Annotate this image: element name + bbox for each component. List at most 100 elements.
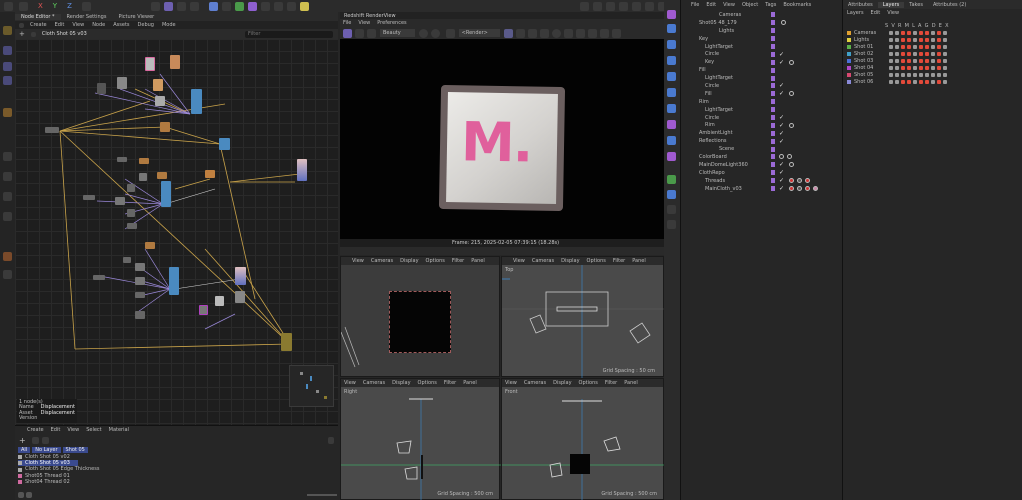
rotate-tool-icon[interactable]	[3, 76, 12, 85]
palette-icon-11[interactable]	[667, 175, 676, 184]
tree-row[interactable]: Rim	[681, 98, 843, 106]
rv-menu-view[interactable]: View	[358, 20, 370, 26]
node-blend-blue-b[interactable]	[219, 138, 230, 150]
node-orange-b[interactable]	[139, 158, 149, 164]
om-menu-object[interactable]: Object	[742, 2, 758, 8]
knife-tool-icon[interactable]	[3, 152, 12, 161]
palette-icon-5[interactable]	[667, 72, 676, 81]
menu-create[interactable]: Create	[30, 22, 47, 28]
node-blend-blue-a[interactable]	[191, 89, 202, 114]
menu-debug[interactable]: Debug	[138, 22, 154, 28]
palette-icon-6[interactable]	[667, 88, 676, 97]
render-settings-icon[interactable]	[189, 1, 199, 11]
tree-row[interactable]: Circle ✓	[681, 114, 843, 122]
start-render-icon[interactable]	[343, 28, 352, 38]
home-icon[interactable]	[30, 31, 36, 37]
point-mode-icon[interactable]	[3, 192, 12, 201]
poly-tool-icon[interactable]	[3, 172, 12, 181]
play-icon[interactable]	[150, 1, 160, 11]
circle-icon[interactable]	[551, 28, 561, 38]
node-displacement-output[interactable]	[281, 333, 292, 351]
menu-node[interactable]: Node	[92, 22, 105, 28]
list-view-icon[interactable]	[18, 492, 24, 498]
menu-edit[interactable]: Edit	[55, 22, 65, 28]
tab-attributes-2[interactable]: Attributes (2)	[928, 2, 971, 8]
rv-menu-preferences[interactable]: Preferences	[377, 20, 406, 26]
menu-hamburger-icon[interactable]	[19, 22, 24, 28]
cube-icon[interactable]	[208, 1, 218, 11]
select-tool-icon[interactable]	[3, 26, 12, 35]
node-texture-b[interactable]	[170, 55, 180, 69]
tree-row[interactable]: ColorBoard	[681, 153, 843, 161]
history-icon[interactable]	[599, 28, 609, 38]
undo-icon[interactable]	[4, 1, 13, 11]
tree-row[interactable]: Fill	[681, 66, 843, 74]
node-gray-b[interactable]	[127, 184, 135, 192]
material-menu-view[interactable]: View	[67, 427, 79, 433]
om-menu-edit[interactable]: Edit	[706, 2, 716, 8]
tree-row[interactable]: AmbientLight ✓	[681, 129, 843, 137]
add-material-button[interactable]: +	[19, 436, 26, 445]
field-icon[interactable]	[260, 1, 270, 11]
node-gray-f[interactable]	[123, 257, 131, 263]
tab-picture-viewer[interactable]: Picture Viewer	[112, 14, 160, 20]
grid-view-icon[interactable]	[26, 492, 32, 498]
redo-icon[interactable]	[19, 1, 28, 11]
color-icon[interactable]	[418, 28, 428, 38]
tree-row[interactable]: Threads ✓	[681, 177, 843, 185]
viewport-perspective[interactable]: View Cameras Display Options Filter Pane…	[340, 256, 500, 377]
palette-icon-8[interactable]	[667, 120, 676, 129]
move-tool-icon[interactable]	[3, 46, 12, 55]
material-tool-icon-1[interactable]	[31, 436, 39, 444]
tab-attributes[interactable]: Attributes	[843, 2, 878, 8]
light-icon[interactable]	[299, 1, 309, 11]
palette-icon-14[interactable]	[667, 220, 676, 229]
menu-view[interactable]: View	[72, 22, 84, 28]
node-input-a[interactable]	[45, 127, 59, 133]
tool-icon-4[interactable]	[619, 2, 628, 11]
om-menu-view[interactable]: View	[723, 2, 735, 8]
layer-row[interactable]: Shot 04	[847, 64, 1022, 71]
node-texture-d[interactable]	[97, 83, 106, 94]
palette-icon-2[interactable]	[667, 24, 676, 33]
layers-menu-view[interactable]: View	[887, 10, 899, 16]
node-blend-blue-c[interactable]	[161, 181, 171, 207]
tree-row[interactable]: MainDomeLight360 ✓	[681, 161, 843, 169]
crop-icon[interactable]	[445, 28, 455, 38]
tool-icon-3[interactable]	[606, 2, 615, 11]
viewport-front[interactable]: View Cameras Display Options Filter Pane…	[501, 378, 665, 500]
add-node-icon[interactable]: +	[19, 30, 25, 38]
layer-row[interactable]: Shot 02	[847, 50, 1022, 57]
node-texture-f[interactable]	[155, 96, 165, 106]
material-size-slider[interactable]	[307, 494, 337, 496]
palette-icon-13[interactable]	[667, 205, 676, 214]
focus-icon[interactable]	[563, 28, 573, 38]
node-gray-e[interactable]	[127, 223, 137, 229]
tab-takes[interactable]: Takes	[904, 2, 928, 8]
tab-node-editor[interactable]: Node Editor *	[15, 13, 61, 20]
node-gray-a[interactable]	[139, 173, 147, 181]
layer-row[interactable]: Shot 06	[847, 78, 1022, 85]
layers-menu-edit[interactable]: Edit	[871, 10, 881, 16]
tree-row[interactable]: Key	[681, 35, 843, 43]
node-texture-a[interactable]	[145, 57, 155, 71]
tree-row[interactable]: Fill ✓	[681, 90, 843, 98]
camera-icon[interactable]	[286, 1, 296, 11]
axis-x-button[interactable]: X	[38, 2, 43, 10]
layer-row[interactable]: Shot 05	[847, 71, 1022, 78]
stop-icon[interactable]	[367, 28, 376, 38]
palette-icon-7[interactable]	[667, 104, 676, 113]
node-minimap[interactable]	[289, 365, 334, 407]
coordinate-system-icon[interactable]	[81, 1, 91, 11]
palette-icon-4[interactable]	[667, 56, 676, 65]
material-menu-edit[interactable]: Edit	[51, 427, 61, 433]
tab-layers[interactable]: Layers	[877, 1, 905, 8]
node-gray-j[interactable]	[135, 311, 145, 319]
menu-assets[interactable]: Assets	[113, 22, 129, 28]
tree-row[interactable]: Key ✓	[681, 58, 843, 66]
tree-row[interactable]: Scene	[681, 145, 843, 153]
node-input-b[interactable]	[83, 195, 95, 200]
aperture-icon[interactable]	[575, 28, 585, 38]
render-image[interactable]: M.	[340, 39, 664, 239]
node-path[interactable]: Cloth Shot 05 v03	[42, 31, 87, 37]
